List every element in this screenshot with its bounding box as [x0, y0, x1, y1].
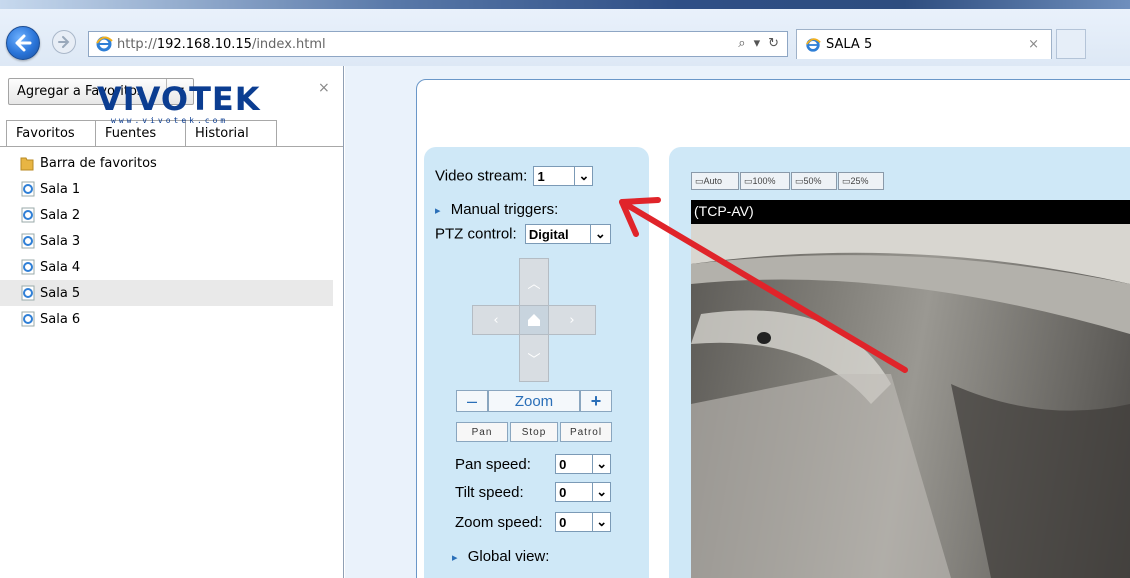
chevron-left-icon: ‹ — [493, 312, 499, 328]
size-25-button[interactable]: ▭ 25% — [838, 172, 884, 190]
list-item-sala-4[interactable]: Sala 4 — [0, 254, 343, 280]
pan-left-button[interactable]: ‹ — [472, 305, 520, 335]
address-url[interactable]: http://192.168.10.15/index.html — [117, 37, 326, 52]
refresh-icon[interactable]: ↻ — [768, 36, 779, 51]
video-stream-label: Video stream: — [435, 167, 528, 185]
list-item-sala-5[interactable]: Sala 5 — [0, 280, 333, 306]
ptz-control-row: PTZ control: Digital ⌄ — [435, 224, 611, 244]
tilt-up-button[interactable]: ︿ — [519, 258, 549, 306]
list-item-sala-6[interactable]: Sala 6 — [0, 306, 343, 332]
page-icon — [21, 181, 35, 197]
pan-right-button[interactable]: › — [548, 305, 596, 335]
chevron-down-icon: ⌄ — [592, 513, 611, 531]
zoom-out-button[interactable]: – — [456, 390, 488, 412]
browser-toolbar: http://192.168.10.15/index.html ⌕ ▾ ↻ SA… — [0, 0, 1130, 66]
tilt-speed-select[interactable]: 0 ⌄ — [555, 482, 612, 502]
search-icon[interactable]: ⌕ — [738, 36, 745, 51]
list-item-sala-1[interactable]: Sala 1 — [0, 176, 343, 202]
ie-icon — [96, 36, 113, 52]
list-item-barra-de-favoritos[interactable]: Barra de favoritos — [0, 150, 343, 176]
page-icon — [21, 233, 35, 249]
page-icon — [21, 311, 35, 327]
favorites-list: Barra de favoritos Sala 1 Sala 2 Sala 3 … — [0, 150, 343, 332]
zoom-speed-select[interactable]: 0 ⌄ — [555, 512, 612, 532]
tilt-speed-label: Tilt speed: — [455, 483, 524, 501]
home-icon — [528, 314, 540, 326]
list-item-label: Sala 6 — [40, 311, 81, 327]
zoom-label: Zoom — [488, 390, 580, 412]
address-bar[interactable]: http://192.168.10.15/index.html ⌕ ▾ ↻ — [88, 31, 788, 57]
close-pane-icon[interactable]: × — [318, 80, 330, 96]
video-stream-select[interactable]: 1 ⌄ — [533, 166, 594, 186]
back-arrow-icon — [15, 34, 32, 52]
patrol-button[interactable]: Patrol — [560, 422, 612, 442]
forward-arrow-icon — [58, 36, 70, 48]
chevron-down-icon: ⌄ — [592, 455, 611, 473]
list-item-label: Barra de favoritos — [40, 155, 157, 171]
size-buttons: ▭ Auto ▭ 100% ▭ 50% ▭ 25% — [691, 172, 884, 190]
video-stream-row: Video stream: 1 ⌄ — [435, 166, 594, 186]
expand-triangle-icon: ▸ — [452, 552, 458, 564]
zoom-bar: – Zoom + — [456, 390, 612, 412]
chevron-up-icon: ︿ — [527, 276, 541, 292]
list-item-label: Sala 4 — [40, 259, 81, 275]
page-icon — [21, 285, 35, 301]
manual-triggers-label: Manual triggers: — [450, 201, 559, 218]
tab-favoritos[interactable]: Favoritos — [6, 120, 96, 146]
back-button[interactable] — [6, 26, 40, 60]
pan-speed-row: Pan speed: 0 ⌄ — [455, 454, 612, 474]
zoom-speed-label: Zoom speed: — [455, 513, 543, 531]
list-item-sala-2[interactable]: Sala 2 — [0, 202, 343, 228]
list-item-label: Sala 5 — [40, 285, 81, 301]
home-button[interactable] — [519, 305, 549, 335]
pan-speed-select[interactable]: 0 ⌄ — [555, 454, 612, 474]
pan-speed-label: Pan speed: — [455, 455, 531, 473]
size-50-button[interactable]: ▭ 50% — [791, 172, 837, 190]
pan-button[interactable]: Pan — [456, 422, 508, 442]
close-tab-icon[interactable]: × — [1028, 37, 1039, 52]
zoom-speed-row: Zoom speed: 0 ⌄ — [455, 512, 612, 532]
annotation-arrow-icon — [619, 197, 908, 373]
expand-triangle-icon: ▸ — [435, 205, 441, 217]
browser-tab[interactable]: SALA 5 × — [796, 29, 1052, 59]
manual-triggers-row[interactable]: ▸ Manual triggers: — [435, 201, 558, 218]
size-100-button[interactable]: ▭ 100% — [740, 172, 790, 190]
forward-button[interactable] — [52, 30, 76, 54]
global-view-label: Global view: — [467, 548, 550, 565]
favorites-pane: Agregar a Favoritos ▼ × Favoritos Fuente… — [0, 66, 344, 578]
ie-icon — [806, 37, 821, 52]
chevron-down-icon: ⌄ — [592, 483, 611, 501]
zoom-in-button[interactable]: + — [580, 390, 612, 412]
list-item-label: Sala 1 — [40, 181, 81, 197]
ptz-control-select[interactable]: Digital ⌄ — [524, 224, 611, 244]
vivotek-logo: VIVOTEK www.vivotek.com — [97, 80, 261, 125]
ptz-control-label: PTZ control: — [435, 225, 517, 243]
tab-title: SALA 5 — [826, 37, 873, 52]
list-item-label: Sala 2 — [40, 207, 81, 223]
list-item-label: Sala 3 — [40, 233, 81, 249]
new-tab-button[interactable] — [1056, 29, 1086, 59]
list-item-sala-3[interactable]: Sala 3 — [0, 228, 343, 254]
chevron-right-icon: › — [569, 312, 575, 328]
folder-icon — [20, 157, 34, 171]
dropdown-icon[interactable]: ▾ — [754, 36, 761, 51]
page-icon — [21, 259, 35, 275]
size-auto-button[interactable]: ▭ Auto — [691, 172, 739, 190]
chevron-down-icon: ﹀ — [527, 352, 541, 368]
patrol-controls: Pan Stop Patrol — [456, 422, 612, 442]
global-view-row[interactable]: ▸ Global view: — [452, 548, 549, 565]
window-title-strip — [0, 0, 1130, 9]
stop-button[interactable]: Stop — [510, 422, 558, 442]
tab-divider — [0, 146, 343, 147]
tilt-speed-row: Tilt speed: 0 ⌄ — [455, 482, 612, 502]
tilt-down-button[interactable]: ﹀ — [519, 334, 549, 382]
chevron-down-icon: ⌄ — [574, 167, 593, 185]
page-icon — [21, 207, 35, 223]
